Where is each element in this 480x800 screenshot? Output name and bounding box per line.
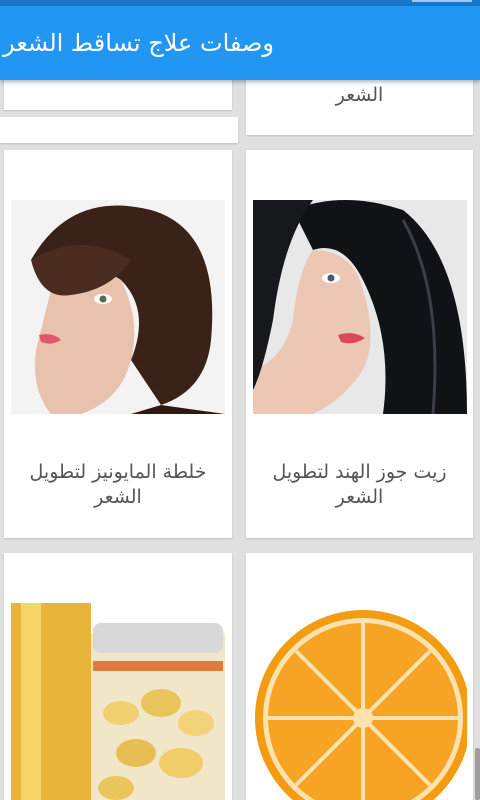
recipe-card-caption: خلطة المايونيز لتطويل الشعر	[29, 461, 207, 508]
app-title: وصفات علاج تساقط الشعر	[3, 29, 274, 57]
recipe-grid[interactable]: الشعر خلطة المايونيز لتطويل الشعر زيت جو…	[0, 80, 480, 800]
recipe-card-mayonnaise[interactable]: خلطة المايونيز لتطويل الشعر	[4, 150, 232, 538]
recipe-card-caption: الشعر	[335, 84, 384, 106]
recipe-card-coconut-oil[interactable]: زيت جوز الهند لتطويل الشعر	[246, 150, 473, 538]
recipe-card-orange[interactable]	[246, 553, 473, 800]
status-icons	[412, 0, 472, 4]
recipe-card[interactable]	[4, 80, 232, 110]
black-hair-woman-image	[253, 200, 467, 414]
orange-slice-image	[253, 603, 467, 800]
brown-hair-woman-image	[11, 200, 225, 414]
scrollbar[interactable]	[475, 748, 480, 800]
app-bar: وصفات علاج تساقط الشعر	[0, 6, 480, 80]
recipe-card-caption: زيت جوز الهند لتطويل الشعر	[272, 461, 447, 508]
recipe-card[interactable]: الشعر	[246, 80, 473, 135]
recipe-card-garlic[interactable]	[4, 553, 232, 800]
garlic-jar-image	[11, 603, 225, 800]
recipe-card[interactable]	[0, 117, 238, 143]
